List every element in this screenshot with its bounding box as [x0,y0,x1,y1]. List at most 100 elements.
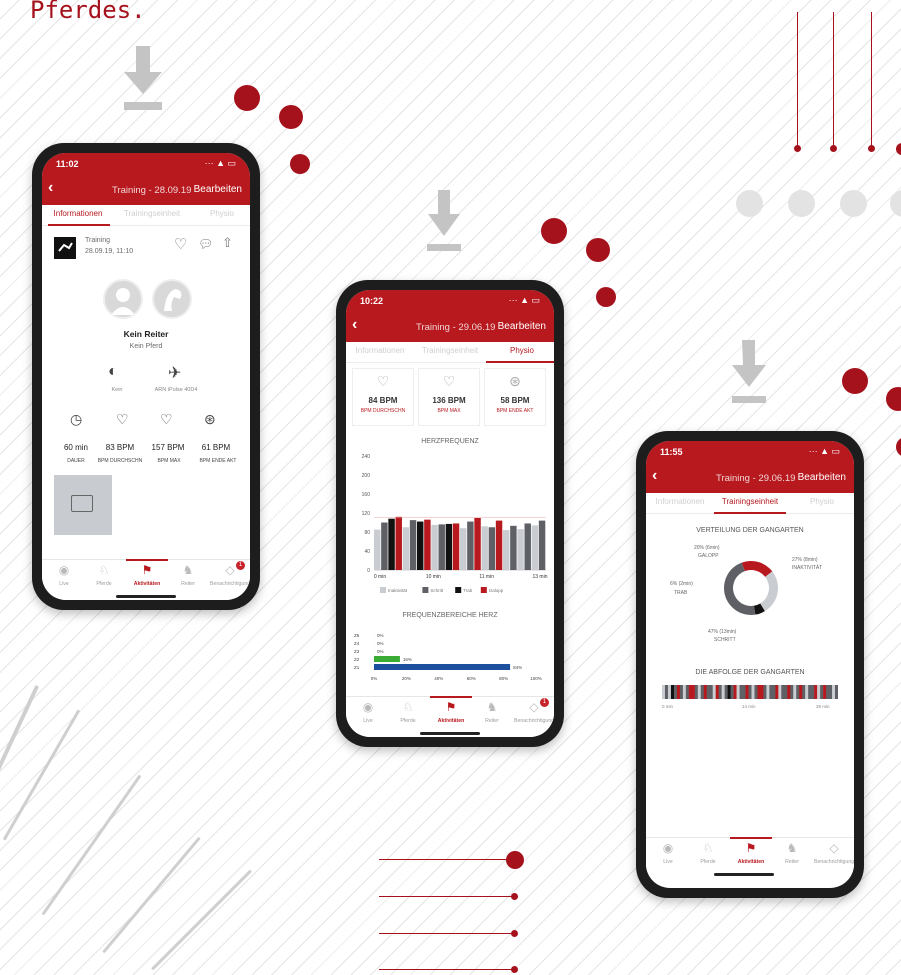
x-tick-label: 40% [434,676,443,681]
sequence-segment [679,685,684,699]
nav-aktivitaeten[interactable]: ⚑ Aktivitäten [731,841,771,865]
zone-value-label: 0% [377,633,384,638]
stat-label: BPM ENDE AKT [496,408,534,414]
sequence-segment [835,685,838,699]
sequence-segment [820,685,824,699]
tab-trainingseinheit[interactable]: Trainingseinheit [120,209,184,218]
nav-live[interactable]: ◉ Live [44,563,84,587]
decor-dot [868,145,875,152]
edit-button[interactable]: Bearbeiten [798,472,846,483]
rider-avatar[interactable] [103,279,143,319]
back-icon[interactable]: ‹ [352,316,357,334]
sequence-segment [662,685,666,699]
legend-label: Schritt [430,588,444,593]
tab-informationen[interactable]: Informationen [650,497,710,506]
sequence-segment [718,685,722,699]
hr-bar [409,520,417,570]
stat-value: 84 BPM [368,396,398,405]
zone-value-label: 84% [513,665,522,670]
decor-dot [234,85,260,111]
phone-trainingseinheit: 11:55 ··· ▲ ▭ ‹ Training - 29.06.19 Bear… [636,431,864,898]
nav-benachrichtigungen[interactable]: ◇Benachrichtigungen [814,841,854,865]
active-indicator [430,696,472,698]
back-icon[interactable]: ‹ [48,179,53,197]
device-label: ARN iPulse 40D4 [154,387,198,393]
tab-informationen[interactable]: Informationen [48,209,108,218]
sequence-segment [790,685,794,699]
sequence-segment [673,685,678,699]
sequence-title: DIE ABFOLGE DER GANGARTEN [695,669,805,676]
tab-trainingseinheit[interactable]: Trainingseinheit [418,346,482,355]
donut-label: GALOPP [698,553,719,559]
comment-icon[interactable]: 💬︎ [198,237,213,251]
horse-avatar[interactable] [152,279,192,319]
zone-bar [374,664,511,670]
sequence-segment [805,685,809,699]
share-icon[interactable]: ⇧ [222,235,233,251]
tab-informationen[interactable]: Informationen [350,346,410,355]
sequence-segment [784,685,788,699]
horse-icon: ♘ [702,841,714,855]
hr-bar [381,522,388,570]
hr-bar [474,517,481,570]
nav-live[interactable]: ◉ Live [348,700,388,724]
tab-physio[interactable]: Physio [792,497,852,506]
nav-reiter[interactable]: ♞ Reiter [472,700,512,724]
zone-label: Z1 [354,665,360,670]
zone-label: Z2 [354,657,360,662]
sequence-segment [676,685,681,699]
rider-icon: ♞ [182,563,194,577]
hr-bar [467,521,474,570]
hr-bar [488,527,496,570]
decor-line [379,933,513,934]
image-add-icon [71,495,93,512]
nav-pferde[interactable]: ♘ Pferde [388,700,428,724]
hr-bar [531,525,539,570]
x-tick-label: 60% [467,676,476,681]
stat-card: ♡ 84 BPM BPM DURCHSCHN [352,368,414,426]
nav-aktivitaeten[interactable]: ⚑ Aktivitäten [127,563,167,587]
decor-line [379,969,513,970]
edit-button[interactable]: Bearbeiten [498,321,546,332]
sequence-segment [793,685,797,699]
nav-reiter[interactable]: ♞ Reiter [772,841,812,865]
edit-button[interactable]: Bearbeiten [194,184,242,195]
sequence-segment [733,685,737,699]
x-tick-label: 0 min [374,574,386,580]
heart-icon[interactable]: ♡ [174,235,187,253]
stat-value: 58 BPM [500,396,530,405]
live-icon: ◉ [662,841,674,855]
hr-bar [503,530,510,570]
sequence-segment [721,685,725,699]
device-label: Kein [111,387,123,393]
tab-trainingseinheit[interactable]: Trainingseinheit [718,497,782,506]
tab-physio[interactable]: Physio [192,209,250,218]
nav-reiter[interactable]: ♞ Reiter [168,563,208,587]
nav-aktivitaeten[interactable]: ⚑ Aktivitäten [431,700,471,724]
sequence-segment [727,685,731,699]
sequence-segment [832,685,836,699]
stat-value: 60 min [63,443,88,452]
sequence-segment [787,685,791,699]
tab-physio[interactable]: Physio [492,346,552,355]
nav-pferde[interactable]: ♘ Pferde [84,563,124,587]
nav-pferde[interactable]: ♘ Pferde [688,841,728,865]
decor-dot [736,190,763,217]
decor-dot [842,368,868,394]
hr-bar [431,524,438,570]
sequence-segment [724,685,728,699]
add-photo-button[interactable] [54,475,112,535]
zone-value-label: 0% [377,641,384,646]
back-icon[interactable]: ‹ [652,467,657,485]
status-icons: ··· ▲ ▭ [204,158,236,168]
nav-live[interactable]: ◉ Live [648,841,688,865]
donut-label-pct: 20% (6min) [694,545,720,551]
sequence-segment [763,685,767,699]
decor-dot [290,154,310,174]
hr-bar [510,525,517,570]
hr-bar [388,518,395,570]
sequence-segment [757,685,761,699]
nav-bar: 11:02 ··· ▲ ▭ ‹ Training - 28.09.19 Bear… [42,153,250,205]
phone-informationen: 11:02 ··· ▲ ▭ ‹ Training - 28.09.19 Bear… [32,143,260,610]
decor-line [871,12,872,148]
